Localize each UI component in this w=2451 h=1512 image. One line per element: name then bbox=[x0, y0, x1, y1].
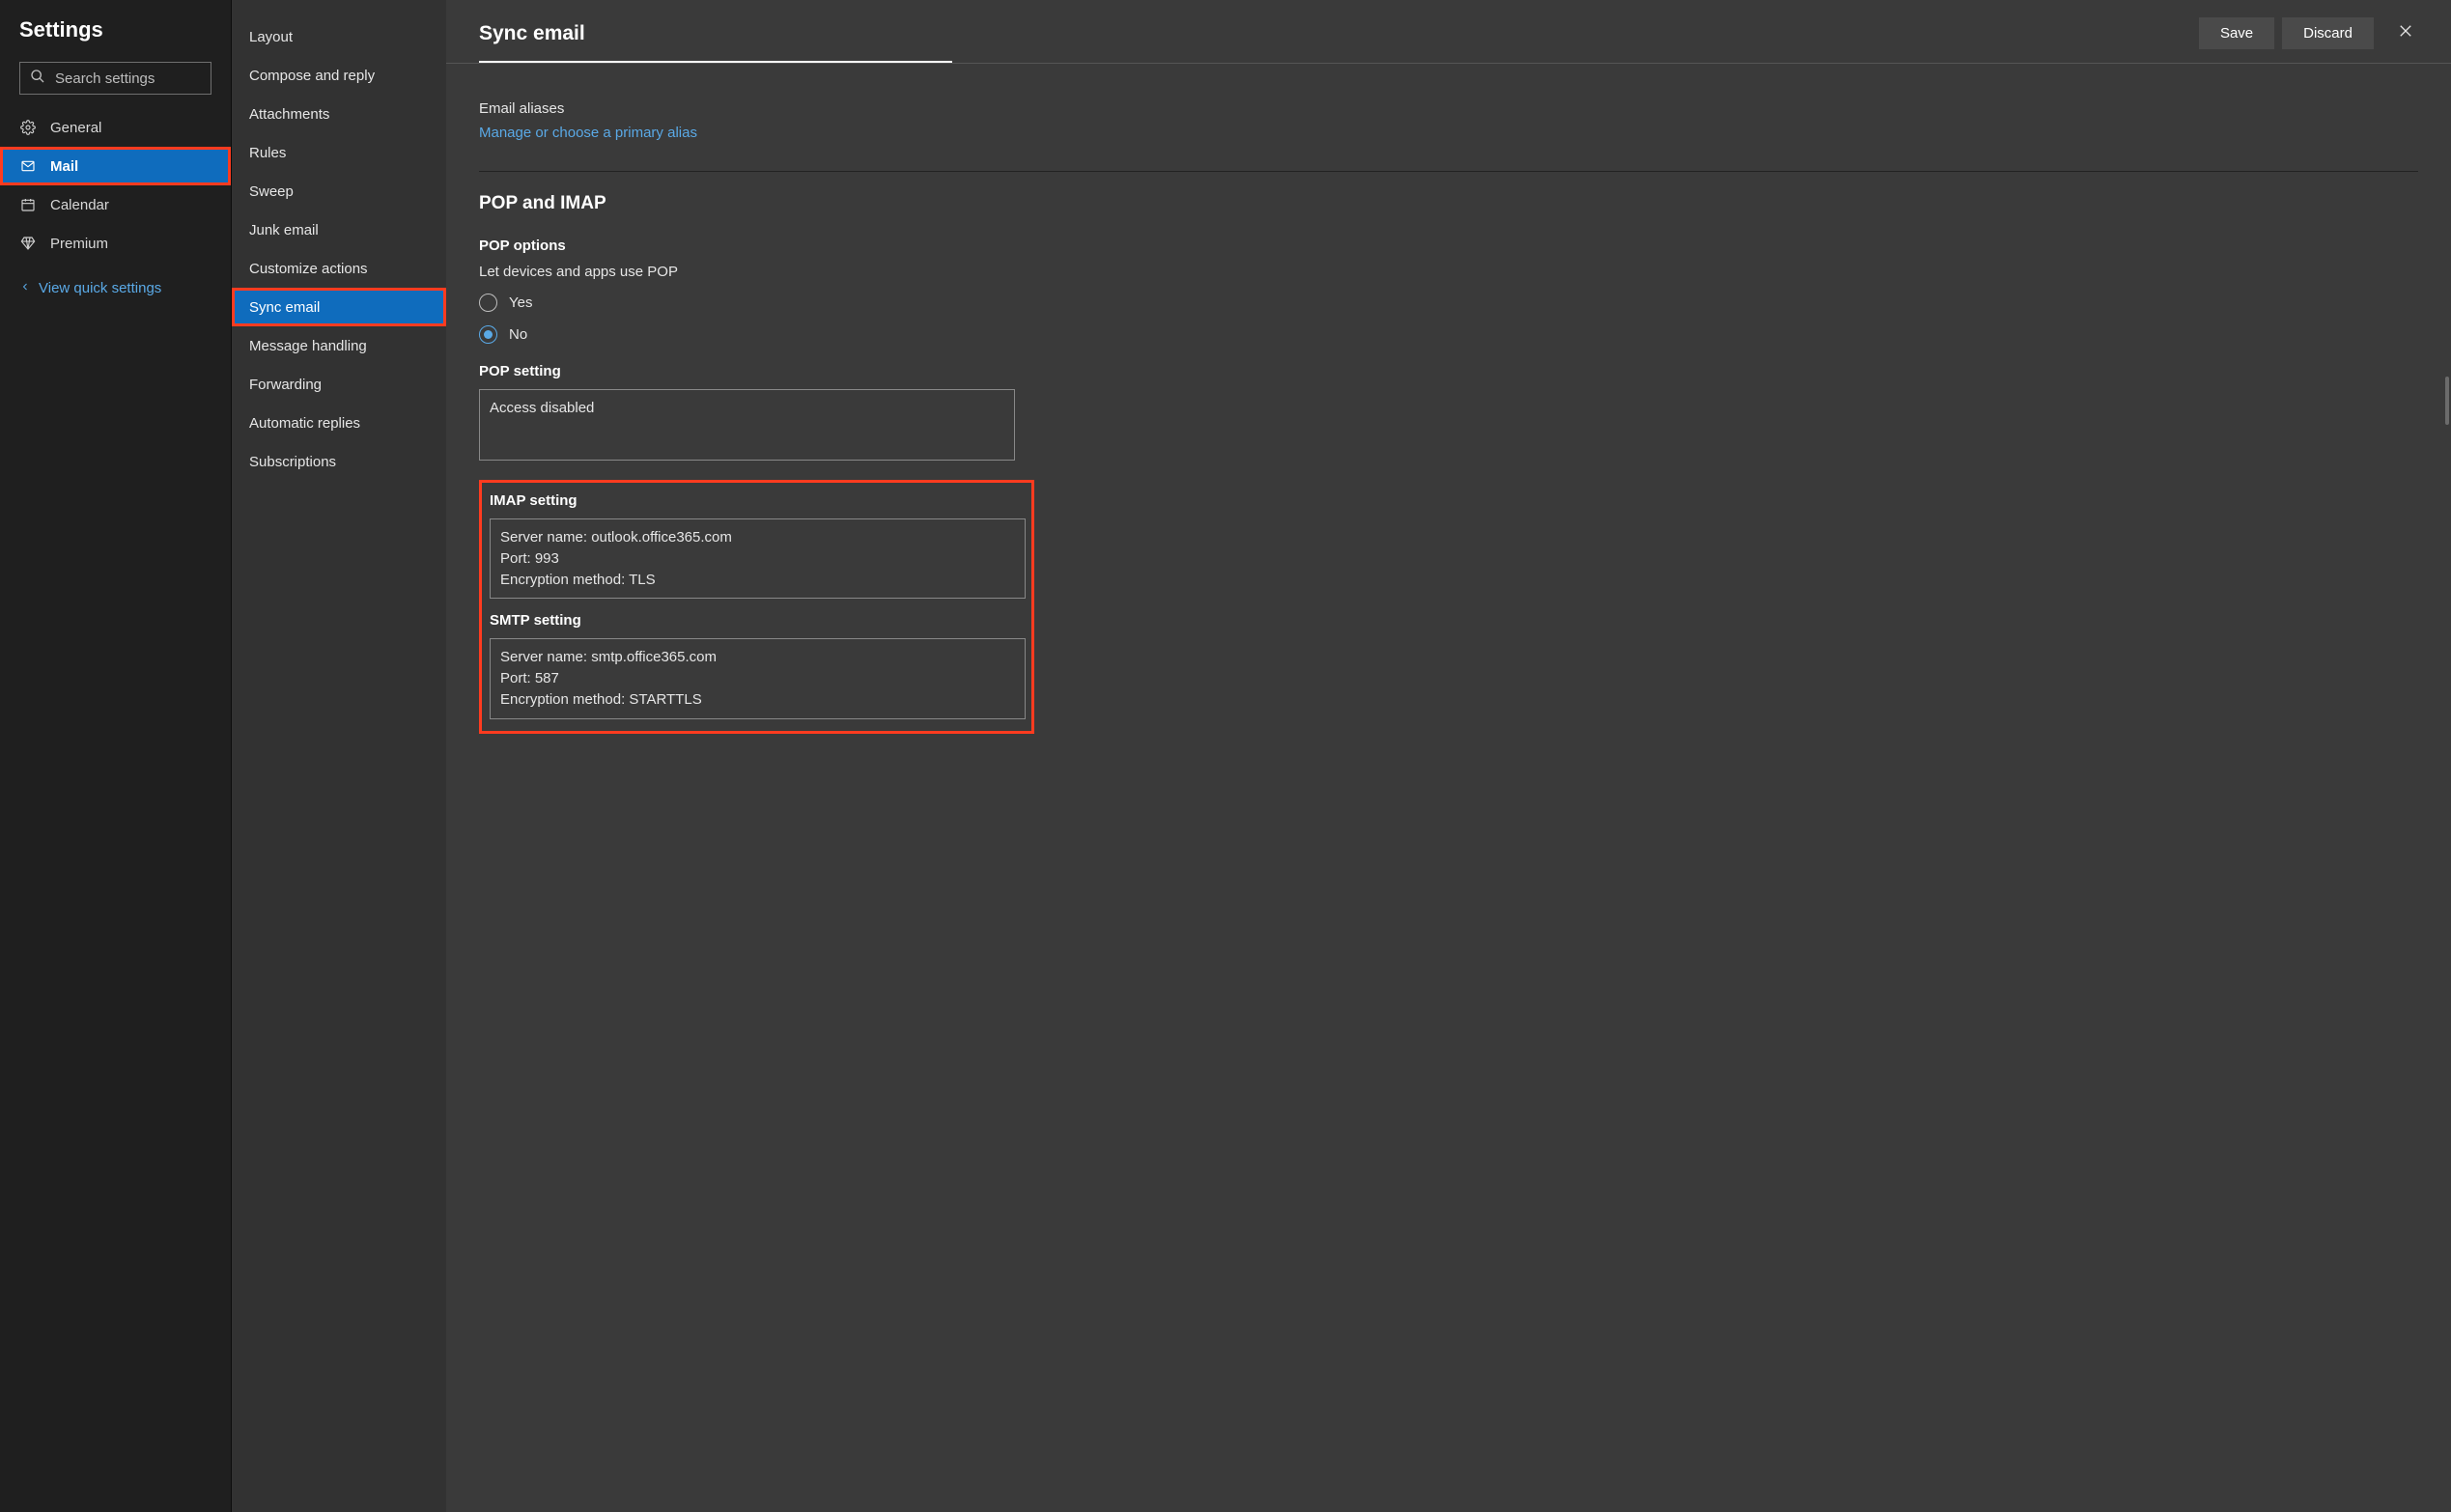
pop-options-heading: POP options bbox=[479, 238, 2418, 254]
radio-no[interactable]: No bbox=[479, 325, 2418, 344]
sub-item-message-handling[interactable]: Message handling bbox=[232, 326, 446, 365]
page-title: Sync email bbox=[479, 22, 2191, 45]
pop-imap-heading: POP and IMAP bbox=[479, 193, 2418, 214]
manage-alias-link[interactable]: Manage or choose a primary alias bbox=[479, 125, 697, 141]
divider bbox=[479, 171, 2418, 172]
pop-setting-text: Access disabled bbox=[490, 398, 1004, 419]
content-area: Email aliases Manage or choose a primary… bbox=[446, 64, 2451, 1512]
view-quick-settings-link[interactable]: View quick settings bbox=[0, 268, 231, 308]
sub-item-compose-reply[interactable]: Compose and reply bbox=[232, 56, 446, 95]
sub-item-sync-email[interactable]: Sync email bbox=[232, 288, 446, 326]
sidebar-item-premium[interactable]: Premium bbox=[0, 224, 231, 263]
save-button[interactable]: Save bbox=[2199, 17, 2274, 49]
sidebar-item-general[interactable]: General bbox=[0, 108, 231, 147]
sidebar-item-calendar[interactable]: Calendar bbox=[0, 185, 231, 224]
settings-title: Settings bbox=[0, 17, 231, 56]
pop-options-desc: Let devices and apps use POP bbox=[479, 264, 2418, 280]
sidebar-item-mail[interactable]: Mail bbox=[0, 147, 231, 185]
chevron-left-icon bbox=[19, 280, 31, 296]
smtp-port: Port: 587 bbox=[500, 668, 1015, 689]
main-header: Sync email Save Discard bbox=[446, 0, 2451, 64]
sidebar-item-label: General bbox=[50, 120, 101, 136]
pop-setting-heading: POP setting bbox=[479, 363, 2418, 379]
sub-item-layout[interactable]: Layout bbox=[232, 17, 446, 56]
quick-settings-label: View quick settings bbox=[39, 280, 161, 296]
pop-radio-group: Yes No bbox=[479, 294, 2418, 344]
imap-setting-box: Server name: outlook.office365.com Port:… bbox=[490, 518, 1026, 599]
gear-icon bbox=[19, 119, 37, 136]
radio-yes[interactable]: Yes bbox=[479, 294, 2418, 312]
sidebar-left: Settings General Mail Calendar bbox=[0, 0, 232, 1512]
discard-button[interactable]: Discard bbox=[2282, 17, 2374, 49]
search-input[interactable] bbox=[55, 70, 201, 87]
imap-setting-heading: IMAP setting bbox=[490, 492, 1024, 509]
smtp-encryption: Encryption method: STARTTLS bbox=[500, 689, 1015, 711]
sub-item-subscriptions[interactable]: Subscriptions bbox=[232, 442, 446, 481]
radio-no-label: No bbox=[509, 326, 527, 343]
sub-item-forwarding[interactable]: Forwarding bbox=[232, 365, 446, 404]
smtp-server-name: Server name: smtp.office365.com bbox=[500, 647, 1015, 668]
smtp-setting-heading: SMTP setting bbox=[490, 612, 1024, 629]
search-icon bbox=[30, 69, 45, 89]
active-tab-underline bbox=[479, 61, 952, 63]
radio-yes-label: Yes bbox=[509, 294, 532, 311]
main-panel: Sync email Save Discard Email aliases Ma… bbox=[446, 0, 2451, 1512]
calendar-icon bbox=[19, 196, 37, 213]
sidebar-item-label: Mail bbox=[50, 158, 78, 175]
radio-circle-icon bbox=[479, 294, 497, 312]
sidebar-item-label: Premium bbox=[50, 236, 108, 252]
radio-circle-checked-icon bbox=[479, 325, 497, 344]
sub-item-rules[interactable]: Rules bbox=[232, 133, 446, 172]
imap-encryption: Encryption method: TLS bbox=[500, 570, 1015, 591]
sidebar-item-label: Calendar bbox=[50, 197, 109, 213]
diamond-icon bbox=[19, 235, 37, 252]
sidebar-mid: Layout Compose and reply Attachments Rul… bbox=[232, 0, 446, 1512]
sub-item-attachments[interactable]: Attachments bbox=[232, 95, 446, 133]
smtp-setting-box: Server name: smtp.office365.com Port: 58… bbox=[490, 638, 1026, 718]
scrollbar[interactable] bbox=[2445, 377, 2449, 425]
imap-server-name: Server name: outlook.office365.com bbox=[500, 527, 1015, 548]
mail-icon bbox=[19, 157, 37, 175]
app-root: Settings General Mail Calendar bbox=[0, 0, 2451, 1512]
sub-item-junk-email[interactable]: Junk email bbox=[232, 210, 446, 249]
sub-item-automatic-replies[interactable]: Automatic replies bbox=[232, 404, 446, 442]
sub-item-customize-actions[interactable]: Customize actions bbox=[232, 249, 446, 288]
email-aliases-label: Email aliases bbox=[479, 100, 2418, 117]
sub-item-sweep[interactable]: Sweep bbox=[232, 172, 446, 210]
imap-smtp-highlight: IMAP setting Server name: outlook.office… bbox=[479, 480, 1034, 734]
close-icon[interactable] bbox=[2393, 18, 2418, 48]
pop-setting-box: Access disabled bbox=[479, 389, 1015, 461]
search-box[interactable] bbox=[19, 62, 211, 95]
imap-port: Port: 993 bbox=[500, 548, 1015, 570]
